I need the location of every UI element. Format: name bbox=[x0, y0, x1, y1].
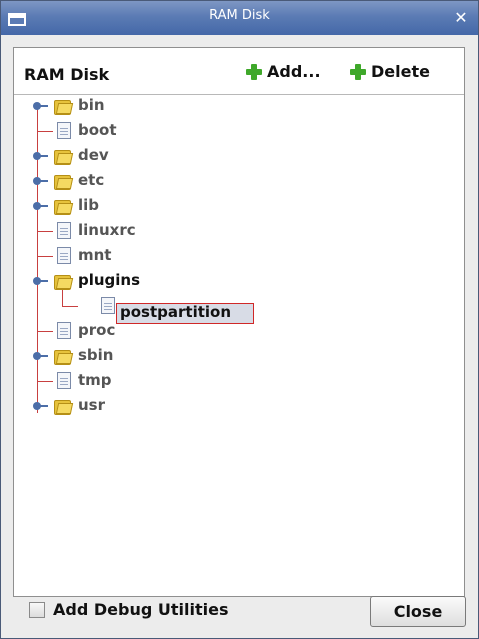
add-button[interactable]: Add... bbox=[246, 62, 321, 81]
tree-connector bbox=[37, 231, 53, 232]
expand-handle-icon[interactable] bbox=[33, 102, 48, 110]
tree-item-linuxrc[interactable]: linuxrc bbox=[78, 221, 136, 239]
delete-button[interactable]: Delete bbox=[350, 62, 430, 81]
tree-item-sbin[interactable]: sbin bbox=[78, 346, 114, 364]
add-button-label: Add... bbox=[267, 62, 321, 81]
tree-connector bbox=[37, 256, 53, 257]
ram-disk-dialog: RAM Disk ✕ RAM Disk Add... Delete bin bo… bbox=[0, 0, 479, 639]
tree-item-proc[interactable]: proc bbox=[78, 321, 115, 339]
folder-icon bbox=[54, 98, 74, 115]
tree-item-plugins[interactable]: plugins bbox=[78, 271, 140, 289]
file-icon bbox=[57, 322, 71, 339]
add-debug-utilities-checkbox[interactable] bbox=[29, 602, 45, 618]
expand-handle-icon[interactable] bbox=[33, 152, 48, 160]
file-icon bbox=[57, 372, 71, 389]
tree-item-tmp[interactable]: tmp bbox=[78, 371, 112, 389]
tree-item-bin[interactable]: bin bbox=[78, 96, 105, 114]
collapse-handle-icon[interactable] bbox=[33, 277, 48, 285]
tree-item-etc[interactable]: etc bbox=[78, 171, 104, 189]
folder-icon bbox=[54, 173, 74, 190]
file-icon bbox=[57, 247, 71, 264]
tree-line-child bbox=[62, 306, 78, 307]
expand-handle-icon[interactable] bbox=[33, 177, 48, 185]
expand-handle-icon[interactable] bbox=[33, 352, 48, 360]
tree-item-usr[interactable]: usr bbox=[78, 396, 105, 414]
file-icon bbox=[101, 297, 115, 314]
panel-title: RAM Disk bbox=[24, 65, 110, 84]
tree-item-boot[interactable]: boot bbox=[78, 121, 117, 139]
expand-handle-icon[interactable] bbox=[33, 402, 48, 410]
tree-item-mnt[interactable]: mnt bbox=[78, 246, 111, 264]
file-icon bbox=[57, 122, 71, 139]
folder-icon bbox=[54, 148, 74, 165]
close-icon[interactable]: ✕ bbox=[452, 9, 470, 27]
delete-plus-icon bbox=[350, 63, 366, 80]
folder-icon bbox=[54, 398, 74, 415]
file-icon bbox=[57, 222, 71, 239]
delete-button-label: Delete bbox=[371, 62, 430, 81]
tree-connector bbox=[37, 331, 53, 332]
tree-item-lib[interactable]: lib bbox=[78, 196, 99, 214]
ram-disk-panel: RAM Disk Add... Delete bin boot dev etc … bbox=[13, 47, 465, 597]
tree-connector bbox=[37, 131, 53, 132]
add-plus-icon bbox=[246, 63, 262, 80]
expand-handle-icon[interactable] bbox=[33, 202, 48, 210]
tree-connector bbox=[37, 381, 53, 382]
open-folder-icon bbox=[54, 273, 74, 290]
title-bar[interactable]: RAM Disk ✕ bbox=[1, 1, 478, 35]
tree-line bbox=[37, 103, 38, 413]
tree-item-postpartition[interactable]: postpartition bbox=[120, 303, 231, 321]
tree-line-plugins bbox=[62, 288, 63, 306]
panel-header: RAM Disk Add... Delete bbox=[14, 48, 464, 95]
close-button[interactable]: Close bbox=[370, 596, 466, 627]
add-debug-utilities-label[interactable]: Add Debug Utilities bbox=[53, 600, 228, 619]
folder-icon bbox=[54, 348, 74, 365]
tree-item-dev[interactable]: dev bbox=[78, 146, 109, 164]
window-title: RAM Disk bbox=[209, 8, 270, 23]
folder-icon bbox=[54, 198, 74, 215]
